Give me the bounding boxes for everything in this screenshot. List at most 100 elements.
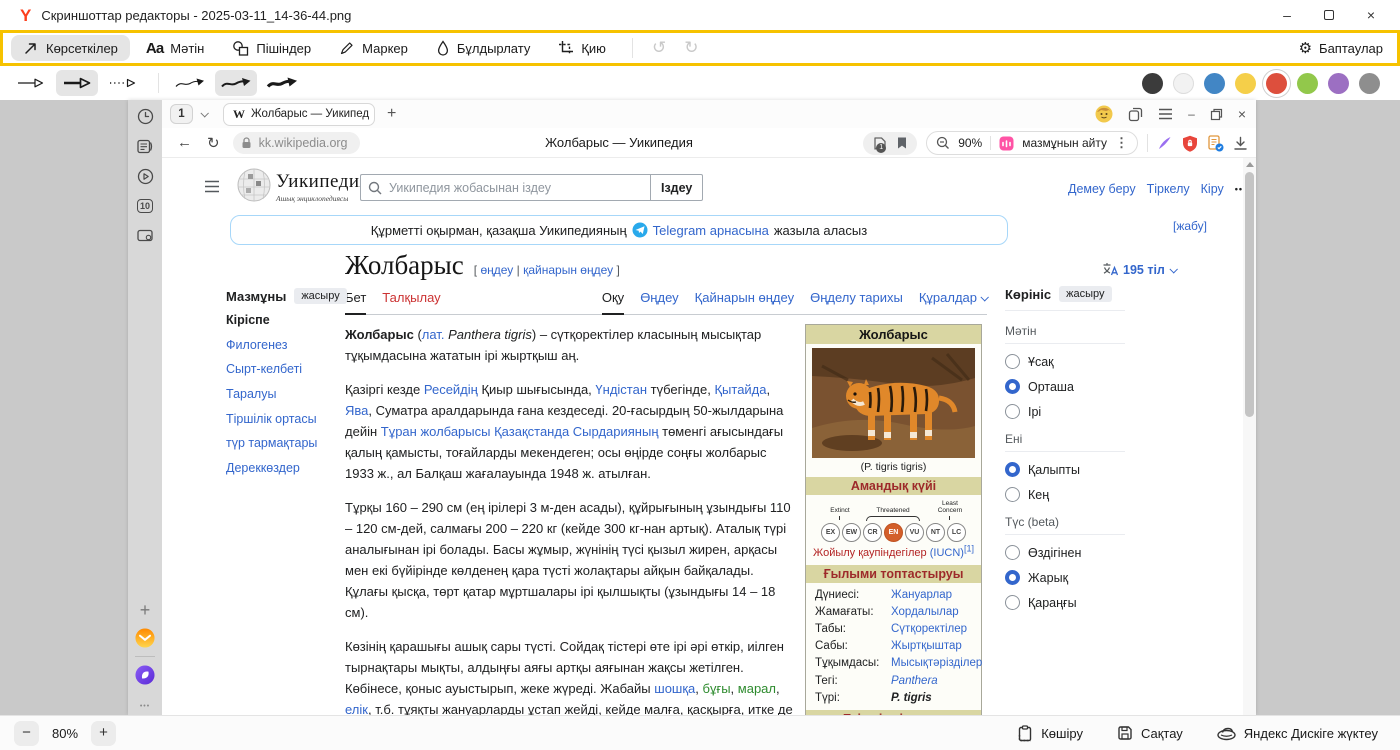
screencast-icon[interactable] bbox=[135, 226, 155, 246]
tab-tools[interactable]: Құралдар bbox=[919, 288, 987, 314]
radio-color-auto[interactable]: Өздігінен bbox=[1005, 545, 1125, 560]
window-maximize-button[interactable] bbox=[1308, 7, 1350, 23]
article-edit-links[interactable]: [ өңдеу | қайнарын өңдеу ] bbox=[474, 263, 620, 277]
new-tab-button[interactable]: + bbox=[387, 105, 396, 123]
editor-canvas[interactable]: 10 + ••• 1 W Жолбарыс — Уикипед bbox=[0, 100, 1400, 715]
scrollbar-up-arrow[interactable] bbox=[1246, 162, 1254, 167]
color-swatch-gray[interactable] bbox=[1359, 73, 1380, 94]
donate-link[interactable]: Демеу беру bbox=[1068, 182, 1136, 196]
window-minimize-button[interactable]: – bbox=[1266, 7, 1308, 23]
iucn-link[interactable]: (IUCN) bbox=[930, 547, 964, 559]
browser-close-icon[interactable]: × bbox=[1238, 106, 1246, 122]
color-swatch-red-selected[interactable] bbox=[1266, 73, 1287, 94]
arrow-style-dotted[interactable] bbox=[102, 70, 144, 96]
browser-minimize-icon[interactable]: – bbox=[1188, 107, 1195, 121]
tab-talk[interactable]: Талқылау bbox=[382, 288, 440, 314]
marker-tool-button[interactable]: Маркер bbox=[327, 35, 420, 61]
color-swatch-black[interactable] bbox=[1142, 73, 1163, 94]
toc-item-distribution[interactable]: Таралуы bbox=[226, 387, 342, 403]
arrow-style-straight-thin[interactable] bbox=[10, 70, 52, 96]
wikipedia-wordmark[interactable]: УикипедиЯ Ашық энциклопедиясы bbox=[276, 171, 373, 203]
radio-color-dark[interactable]: Қараңғы bbox=[1005, 595, 1125, 610]
redo-button[interactable]: ↻ bbox=[675, 38, 707, 58]
translate-doc-icon[interactable] bbox=[1207, 135, 1224, 152]
toc-item-intro[interactable]: Кіріспе bbox=[226, 313, 342, 329]
sidebar-add-icon[interactable]: + bbox=[135, 600, 155, 620]
tab-counter-button[interactable]: 1 bbox=[170, 104, 193, 124]
toc-item-subspecies[interactable]: түр тармақтары bbox=[226, 436, 342, 452]
scrollbar-thumb[interactable] bbox=[1245, 172, 1254, 417]
register-link[interactable]: Тіркелу bbox=[1147, 182, 1190, 196]
color-swatch-blue[interactable] bbox=[1204, 73, 1225, 94]
read-aloud-button[interactable]: мазмұнын айту bbox=[1022, 136, 1107, 150]
login-link[interactable]: Кіру bbox=[1201, 182, 1224, 196]
bookmark-icon[interactable] bbox=[896, 136, 908, 150]
color-swatch-yellow[interactable] bbox=[1235, 73, 1256, 94]
tiger-image[interactable] bbox=[806, 344, 981, 460]
crop-tool-button[interactable]: Қию bbox=[546, 35, 618, 61]
tab-edit-source[interactable]: Қайнарын өңдеу bbox=[695, 288, 794, 314]
download-icon[interactable] bbox=[1233, 136, 1248, 151]
browser-zoom-level[interactable]: 90% bbox=[958, 136, 982, 150]
language-selector[interactable]: 195 тіл bbox=[1102, 262, 1176, 277]
video-play-icon[interactable] bbox=[135, 166, 155, 186]
banner-close-link[interactable]: [жабу] bbox=[1173, 219, 1207, 233]
zoom-out-button[interactable]: − bbox=[14, 721, 39, 746]
search-button[interactable]: Іздеу bbox=[650, 174, 703, 201]
search-input[interactable] bbox=[360, 174, 650, 201]
radio-text-large[interactable]: Ірі bbox=[1005, 404, 1125, 419]
blur-tool-button[interactable]: Бұлдырлату bbox=[424, 35, 542, 61]
toc-item-phylogenesis[interactable]: Филогенез bbox=[226, 338, 342, 354]
shapes-tool-button[interactable]: Пішіндер bbox=[220, 35, 323, 61]
url-field[interactable]: kk.wikipedia.org bbox=[233, 132, 360, 154]
radio-width-standard-selected[interactable]: Қалыпты bbox=[1005, 462, 1125, 477]
upload-to-disk-button[interactable]: Яндекс Дискіге жүктеу bbox=[1217, 726, 1378, 741]
window-close-button[interactable]: × bbox=[1350, 7, 1392, 23]
history-icon[interactable] bbox=[135, 106, 155, 126]
toc-item-habitat[interactable]: Тіршілік ортасы bbox=[226, 412, 342, 428]
wikipedia-globe-logo[interactable] bbox=[234, 166, 274, 206]
copy-button[interactable]: Көшіру bbox=[1017, 725, 1083, 742]
alice-assistant-icon[interactable] bbox=[135, 665, 155, 685]
toc-item-appearance[interactable]: Сырт-келбеті bbox=[226, 362, 342, 378]
settings-button[interactable]: ⚙ Баптаулар bbox=[1299, 39, 1389, 57]
toc-hide-button[interactable]: жасыру bbox=[294, 288, 346, 304]
tab-edit[interactable]: Өңдеу bbox=[640, 288, 678, 314]
sidebar-more-icon[interactable]: ••• bbox=[135, 696, 155, 715]
tab-list-chevron-icon[interactable] bbox=[200, 109, 208, 117]
arrow-style-sketch-thin[interactable] bbox=[169, 70, 211, 96]
telegram-channel-link[interactable]: Telegram арнасына bbox=[653, 223, 769, 238]
arrow-style-straight-thick[interactable] bbox=[56, 70, 98, 96]
browser-tab-active[interactable]: W Жолбарыс — Уикипед × bbox=[223, 103, 375, 126]
text-tool-button[interactable]: Аа Мәтін bbox=[134, 35, 216, 61]
tab-count-badge[interactable]: 10 bbox=[135, 196, 155, 216]
highlight-pen-icon[interactable] bbox=[1157, 135, 1173, 151]
arrows-tool-button[interactable]: Көрсеткілер bbox=[11, 35, 130, 61]
save-button[interactable]: Сақтау bbox=[1117, 725, 1183, 741]
browser-restore-icon[interactable] bbox=[1210, 108, 1223, 121]
page-scrollbar[interactable] bbox=[1243, 158, 1256, 715]
undo-button[interactable]: ↺ bbox=[643, 38, 675, 58]
status-link[interactable]: Жойылу қаупіндегілер bbox=[813, 547, 927, 559]
wiki-menu-icon[interactable] bbox=[204, 180, 220, 193]
browser-menu-icon[interactable] bbox=[1158, 108, 1173, 120]
radio-text-small[interactable]: Ұсақ bbox=[1005, 354, 1125, 369]
protect-shield-icon[interactable] bbox=[1182, 135, 1198, 152]
radio-width-wide[interactable]: Кең bbox=[1005, 487, 1125, 502]
appearance-hide-button[interactable]: жасыру bbox=[1059, 286, 1111, 302]
color-swatch-purple[interactable] bbox=[1328, 73, 1349, 94]
back-icon[interactable]: ← bbox=[177, 134, 192, 151]
toc-item-references[interactable]: Дереккөздер bbox=[226, 461, 342, 477]
reload-icon[interactable]: ↻ bbox=[207, 134, 220, 152]
tab-read[interactable]: Оқу bbox=[602, 288, 624, 315]
tab-history[interactable]: Өңделу тарихы bbox=[810, 288, 903, 314]
panels-icon[interactable] bbox=[1128, 107, 1143, 122]
radio-color-light-selected[interactable]: Жарық bbox=[1005, 570, 1125, 585]
tab-page[interactable]: Бет bbox=[345, 288, 366, 315]
radio-text-medium-selected[interactable]: Орташа bbox=[1005, 379, 1125, 394]
arrow-style-sketch-thick[interactable] bbox=[261, 70, 303, 96]
yandex-mail-icon[interactable] bbox=[135, 628, 155, 648]
zoom-in-button[interactable]: + bbox=[91, 721, 116, 746]
color-swatch-white[interactable] bbox=[1173, 73, 1194, 94]
color-swatch-green[interactable] bbox=[1297, 73, 1318, 94]
